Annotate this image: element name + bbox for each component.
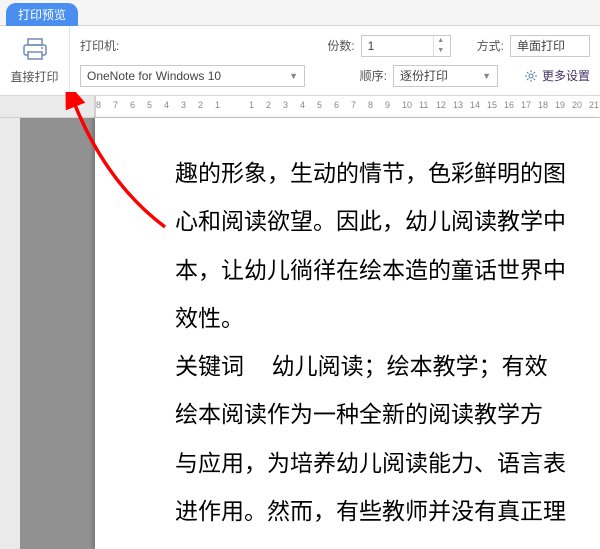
gear-icon [524, 69, 538, 83]
ruler-corner [0, 96, 95, 117]
printer-label: 打印机: [80, 37, 119, 54]
ruler-tick: 6 [130, 100, 135, 110]
ruler-tick: 5 [317, 100, 322, 110]
ruler-tick: 4 [164, 100, 169, 110]
ruler-tick: 3 [181, 100, 186, 110]
printer-icon [20, 37, 50, 64]
printer-value: OneNote for Windows 10 [87, 69, 221, 83]
ruler-tick: 11 [419, 100, 428, 110]
mode-label: 方式: [477, 37, 504, 54]
order-label: 顺序: [360, 67, 387, 84]
chevron-down-icon: ▼ [289, 71, 298, 81]
ruler-tick: 2 [198, 100, 203, 110]
doc-line: 心和阅读欲望。因此，幼儿阅读教学中 [175, 198, 600, 246]
ruler-tick: 3 [283, 100, 288, 110]
doc-line: 与应用，为培养幼儿阅读能力、语言表 [175, 440, 600, 488]
ruler-tick: 16 [504, 100, 514, 110]
page-gutter [20, 118, 95, 549]
document-text: 趣的形象，生动的情节，色彩鲜明的图 心和阅读欲望。因此，幼儿阅读教学中 本，让幼… [175, 150, 600, 536]
more-settings-label: 更多设置 [542, 67, 590, 84]
ruler-horizontal: 8765432112345678910111213141516171819202… [95, 96, 600, 117]
ruler-tick: 21 [589, 100, 599, 110]
ruler-tick: 5 [147, 100, 152, 110]
ruler-tick: 13 [453, 100, 463, 110]
tab-bar: 打印预览 [0, 0, 600, 26]
ruler-tick: 2 [266, 100, 271, 110]
ruler-tick: 19 [555, 100, 565, 110]
ruler-area: 8765432112345678910111213141516171819202… [0, 96, 600, 118]
doc-line: 趣的形象，生动的情节，色彩鲜明的图 [175, 150, 600, 198]
ruler-vertical [0, 118, 20, 549]
order-value: 逐份打印 [400, 67, 448, 84]
doc-line: 本，让幼儿徜徉在绘本造的童话世界中 [175, 247, 600, 295]
direct-print-label: 直接打印 [10, 68, 58, 85]
document-page: 趣的形象，生动的情节，色彩鲜明的图 心和阅读欲望。因此，幼儿阅读教学中 本，让幼… [95, 118, 600, 549]
doc-line: 进作用。然而，有些教师并没有真正理 [175, 488, 600, 536]
doc-line: 绘本阅读作为一种全新的阅读教学方 [175, 391, 600, 439]
direct-print-button[interactable]: 直接打印 [0, 26, 70, 95]
ruler-tick: 15 [487, 100, 497, 110]
mode-value: 单面打印 [517, 37, 565, 54]
ruler-tick: 17 [521, 100, 531, 110]
copies-label: 份数: [327, 37, 354, 54]
ruler-tick: 4 [300, 100, 305, 110]
printer-select[interactable]: OneNote for Windows 10 ▼ [80, 65, 305, 87]
chevron-down-icon: ▼ [482, 71, 491, 81]
ruler-tick: 14 [470, 100, 480, 110]
order-select[interactable]: 逐份打印 ▼ [393, 65, 498, 87]
copies-input[interactable]: 1 ▲ ▼ [361, 35, 451, 57]
ruler-tick: 1 [249, 100, 254, 110]
ruler-tick: 20 [572, 100, 582, 110]
mode-select[interactable]: 单面打印 [510, 35, 590, 57]
ruler-tick: 8 [96, 100, 101, 110]
print-settings: 打印机: 份数: 1 ▲ ▼ 方式: 单面打印 OneNote for Wind… [70, 26, 600, 95]
ruler-tick: 7 [351, 100, 356, 110]
ruler-tick: 9 [385, 100, 390, 110]
ruler-tick: 1 [215, 100, 220, 110]
ruler-tick: 8 [368, 100, 373, 110]
ruler-tick: 6 [334, 100, 339, 110]
ruler-tick: 18 [538, 100, 548, 110]
ruler-tick: 7 [113, 100, 118, 110]
ruler-tick: 12 [436, 100, 446, 110]
doc-line: 关键词幼儿阅读；绘本教学；有效 [175, 343, 600, 391]
toolbar: 直接打印 打印机: 份数: 1 ▲ ▼ 方式: 单面打印 OneNote for… [0, 26, 600, 96]
tab-print-preview[interactable]: 打印预览 [6, 3, 78, 26]
spinner-up-icon[interactable]: ▲ [434, 36, 448, 46]
doc-line: 效性。 [175, 295, 600, 343]
workspace: 趣的形象，生动的情节，色彩鲜明的图 心和阅读欲望。因此，幼儿阅读教学中 本，让幼… [0, 118, 600, 549]
more-settings-link[interactable]: 更多设置 [524, 67, 590, 84]
ruler-tick: 10 [402, 100, 412, 110]
copies-value: 1 [368, 39, 375, 53]
copies-spinner[interactable]: ▲ ▼ [433, 36, 448, 56]
spinner-down-icon[interactable]: ▼ [434, 46, 448, 56]
